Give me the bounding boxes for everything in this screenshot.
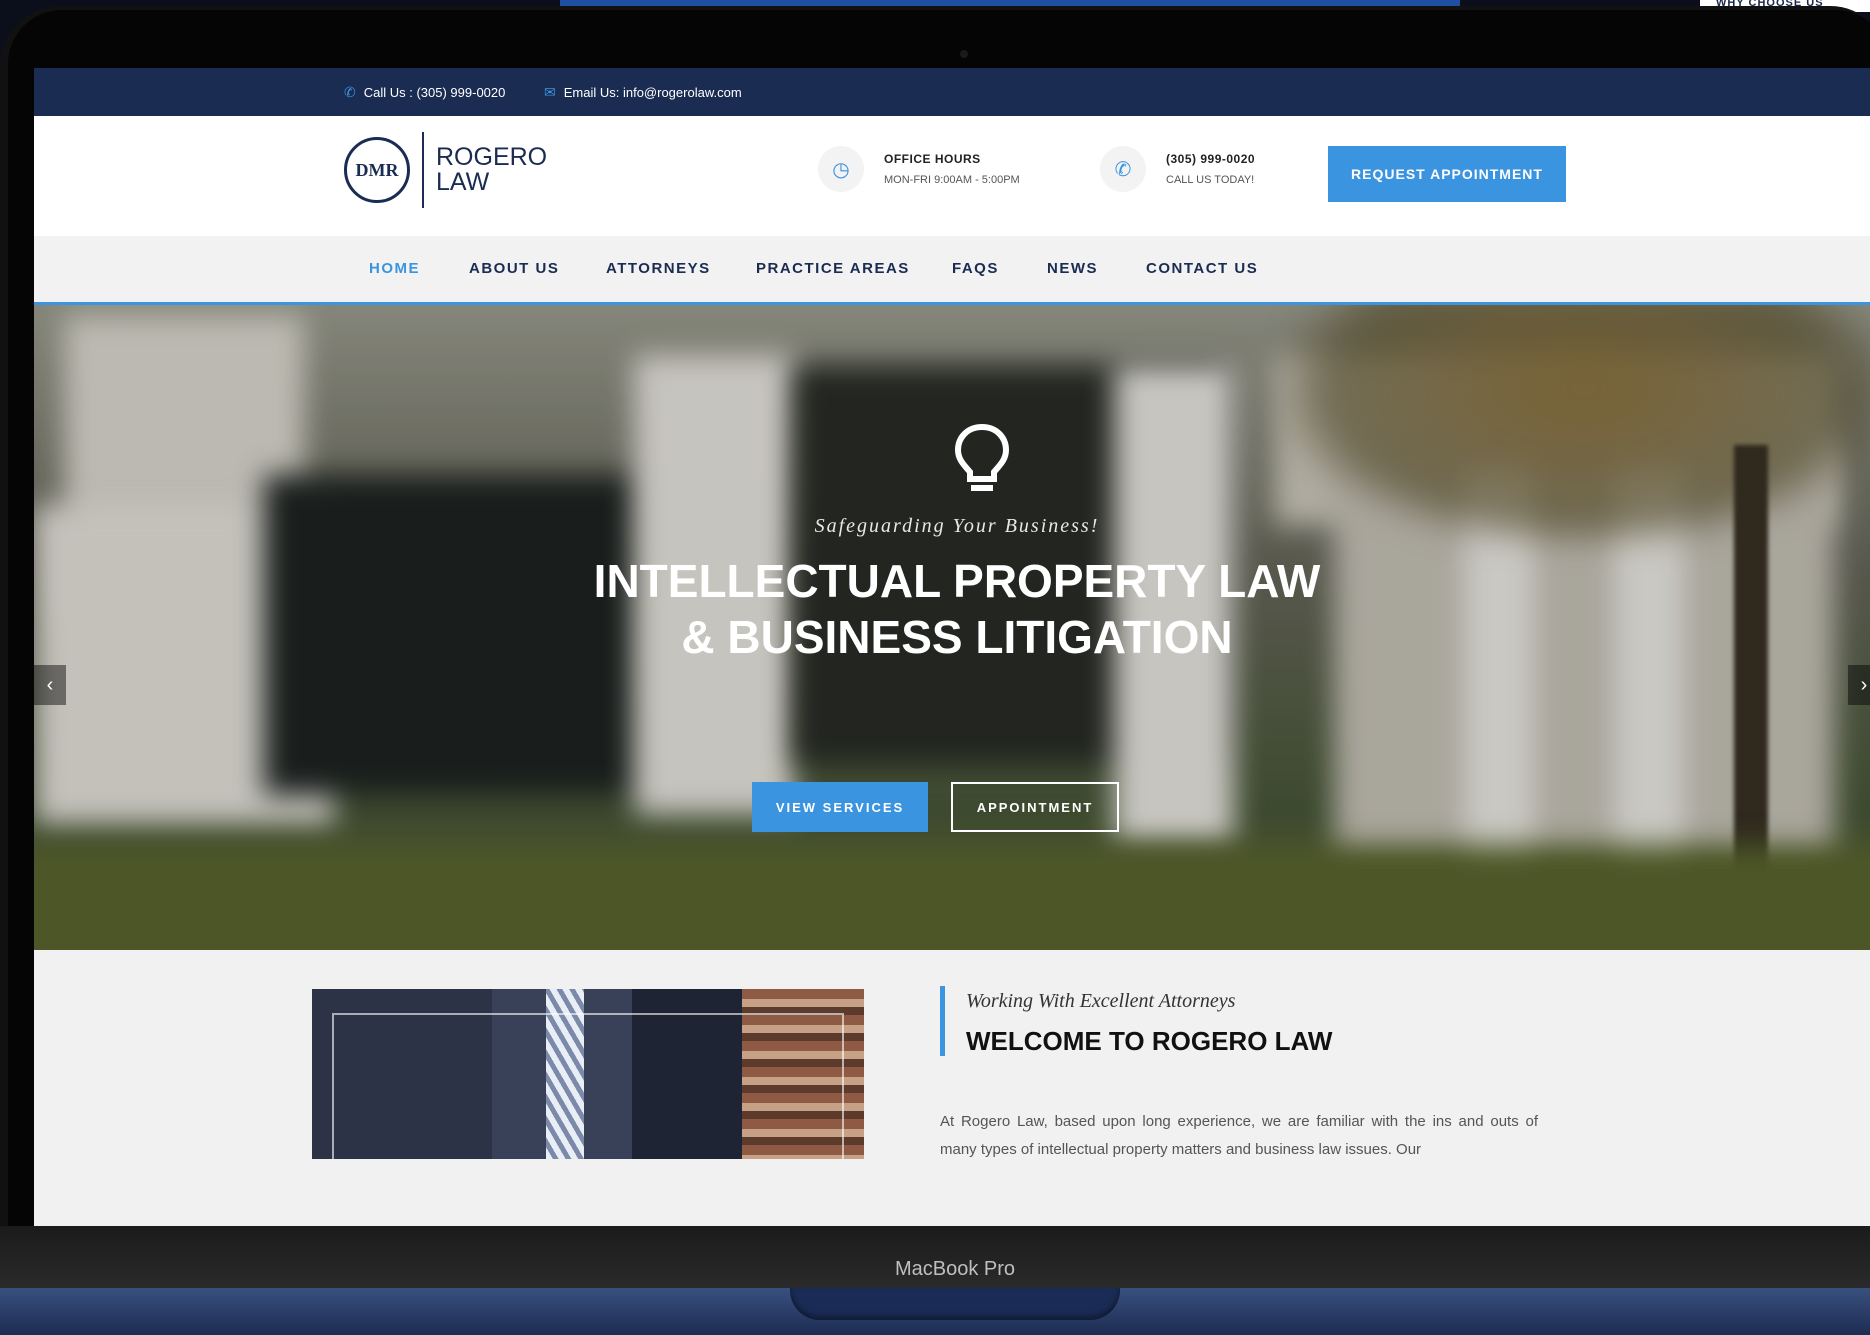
camera-icon	[960, 50, 968, 58]
logo-monogram: DMR	[344, 137, 410, 203]
nav-practice-areas[interactable]: PRACTICE AREAS	[756, 260, 910, 277]
nav-contact-us[interactable]: CONTACT US	[1146, 260, 1258, 277]
site-header: DMR ROGERO LAW ◷ OFFICE HOURS MON-FRI 9:…	[34, 116, 1870, 236]
welcome-tagline: Working With Excellent Attorneys	[966, 990, 1236, 1012]
logo-line1: ROGERO	[436, 143, 548, 171]
photo-frame	[332, 1013, 844, 1159]
hero-title-line2: & BUSINESS LITIGATION	[681, 611, 1233, 663]
welcome-accent-bar	[940, 986, 945, 1056]
welcome-title: WELCOME TO ROGERO LAW	[966, 1026, 1333, 1056]
welcome-body: At Rogero Law, based upon long experienc…	[940, 1113, 1538, 1158]
logo-divider	[422, 132, 424, 208]
device-label: MacBook Pro	[894, 1258, 1016, 1280]
topbar-email[interactable]: ✉ Email Us: info@rogerolaw.com	[544, 84, 742, 101]
site-logo[interactable]: DMR ROGERO LAW	[344, 132, 547, 208]
mail-icon: ✉	[544, 84, 556, 100]
office-hours-value: MON-FRI 9:00AM - 5:00PM	[884, 174, 1020, 186]
slider-prev-arrow[interactable]: ‹	[34, 665, 66, 705]
header-phone[interactable]: ✆ (305) 999-0020 CALL US TODAY!	[1100, 146, 1255, 192]
topbar-phone-text: Call Us : (305) 999-0020	[363, 85, 506, 100]
main-nav: HOME ABOUT US ATTORNEYS PRACTICE AREAS F…	[34, 236, 1870, 305]
lightbulb-icon	[954, 423, 1010, 491]
browser-viewport: ✆ Call Us : (305) 999-0020 ✉ Email Us: i…	[34, 68, 1870, 1226]
top-contact-bar: ✆ Call Us : (305) 999-0020 ✉ Email Us: i…	[34, 68, 1870, 116]
hero-slider: Safeguarding Your Business! INTELLECTUAL…	[34, 305, 1870, 950]
office-hours-label: OFFICE HOURS	[884, 152, 981, 166]
nav-attorneys[interactable]: ATTORNEYS	[606, 260, 711, 277]
slider-next-arrow[interactable]: ›	[1848, 665, 1870, 705]
nav-news[interactable]: NEWS	[1047, 260, 1098, 277]
logo-wordmark: ROGERO LAW	[436, 145, 547, 195]
nav-about-us[interactable]: ABOUT US	[469, 260, 559, 277]
hero-title-line1: INTELLECTUAL PROPERTY LAW	[593, 555, 1321, 607]
phone-circle-icon: ✆	[1100, 146, 1146, 192]
topbar-phone[interactable]: ✆ Call Us : (305) 999-0020	[344, 84, 505, 101]
logo-line2: LAW	[436, 168, 490, 196]
header-phone-number: (305) 999-0020	[1166, 152, 1256, 166]
nav-home[interactable]: HOME	[369, 260, 420, 277]
appointment-button[interactable]: APPOINTMENT	[951, 782, 1119, 832]
request-appointment-button[interactable]: REQUEST APPOINTMENT	[1328, 146, 1566, 202]
nav-faqs[interactable]: FAQS	[952, 260, 999, 277]
clock-icon: ◷	[818, 146, 864, 192]
topbar-email-text: Email Us: info@rogerolaw.com	[563, 85, 742, 100]
hero-tagline: Safeguarding Your Business!	[814, 515, 1100, 537]
phone-icon: ✆	[344, 84, 356, 100]
laptop-hinge-notch	[790, 1288, 1120, 1320]
header-phone-sub: CALL US TODAY!	[1166, 174, 1255, 186]
view-services-button[interactable]: VIEW SERVICES	[752, 782, 928, 832]
office-hours: ◷ OFFICE HOURS MON-FRI 9:00AM - 5:00PM	[818, 146, 1020, 192]
hero-title: INTELLECTUAL PROPERTY LAW & BUSINESS LIT…	[34, 553, 1870, 665]
attorney-photo	[312, 989, 864, 1159]
